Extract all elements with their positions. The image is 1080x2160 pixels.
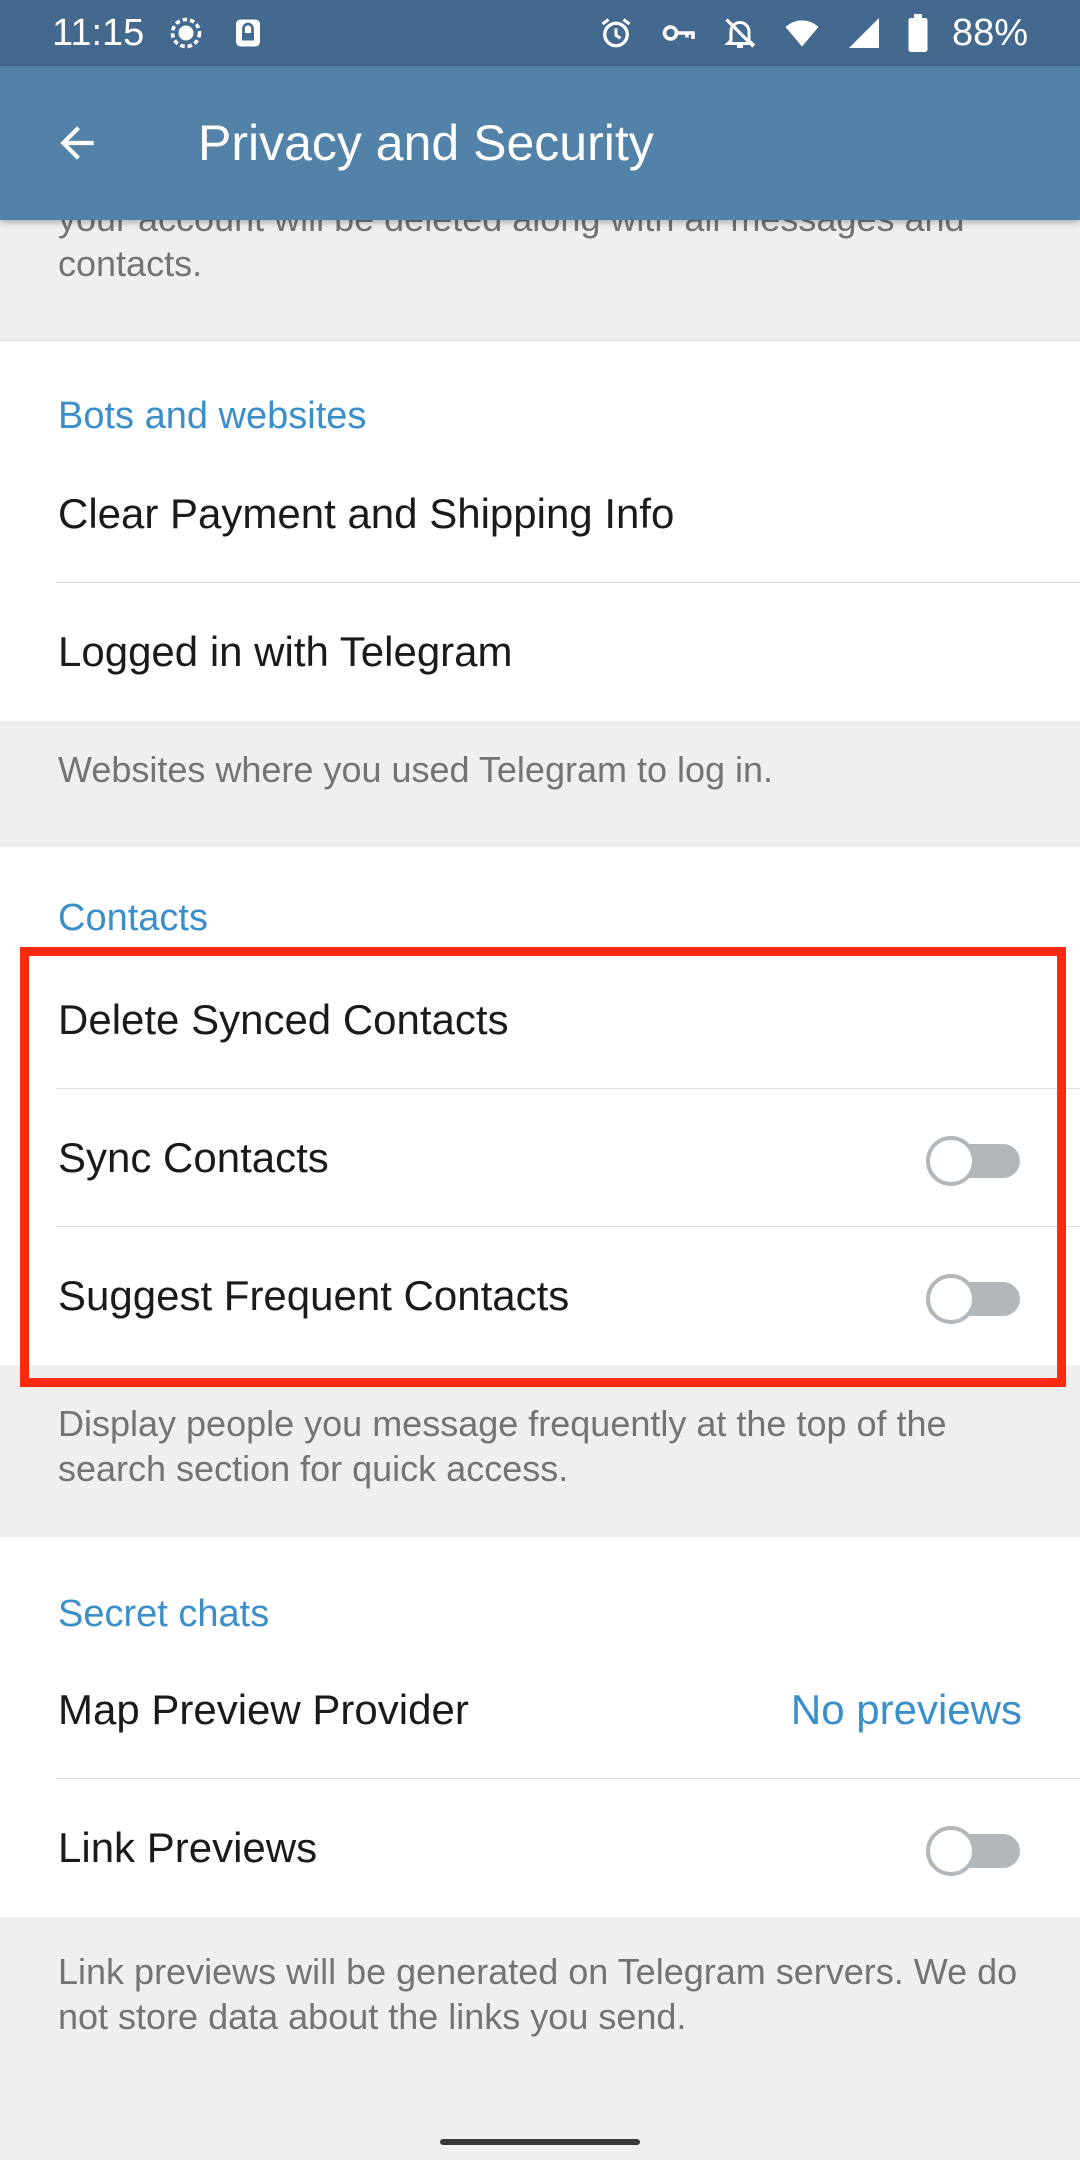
alarm-icon <box>596 13 636 53</box>
status-time: 11:15 <box>52 11 145 54</box>
toggle-knob <box>926 1136 976 1186</box>
cell-signal-icon <box>844 13 884 53</box>
section-header-bots: Bots and websites <box>58 395 367 437</box>
section-header-contacts: Contacts <box>58 897 208 939</box>
logged-in-with-telegram-label: Logged in with Telegram <box>58 628 513 675</box>
vpn-key-icon <box>658 13 698 53</box>
bots-info: Websites where you used Telegram to log … <box>0 721 1080 847</box>
battery-icon <box>906 13 930 53</box>
status-bar-right: 88% <box>596 12 1028 55</box>
map-preview-provider-row[interactable]: Map Preview Provider No previews <box>0 1641 1080 1779</box>
clear-payment-info-row[interactable]: Clear Payment and Shipping Info <box>0 445 1080 583</box>
app-bar: Privacy and Security <box>0 66 1080 220</box>
toggle-knob <box>926 1826 976 1876</box>
secret-chats-info: Link previews will be generated on Teleg… <box>0 1917 1080 2039</box>
sync-contacts-label: Sync Contacts <box>58 1134 329 1181</box>
sync-contacts-toggle[interactable] <box>926 1130 1022 1186</box>
link-previews-toggle[interactable] <box>926 1820 1022 1876</box>
delete-synced-contacts-label: Delete Synced Contacts <box>58 996 509 1043</box>
arrow-back-icon <box>60 126 94 160</box>
settings-list[interactable]: your account will be deleted along with … <box>0 220 1080 2039</box>
suggest-frequent-contacts-row[interactable]: Suggest Frequent Contacts <box>0 1227 1080 1365</box>
section-contacts: Contacts Delete Synced Contacts Sync Con… <box>0 847 1080 1365</box>
bell-off-icon <box>720 13 760 53</box>
toggle-knob <box>926 1274 976 1324</box>
map-preview-provider-label: Map Preview Provider <box>58 1686 469 1733</box>
logged-in-with-telegram-row[interactable]: Logged in with Telegram <box>0 583 1080 721</box>
secret-chats-info-text: Link previews will be generated on Teleg… <box>58 1951 1018 2037</box>
link-previews-row[interactable]: Link Previews <box>0 1779 1080 1917</box>
delete-account-info: your account will be deleted along with … <box>0 220 1080 340</box>
delete-synced-contacts-row[interactable]: Delete Synced Contacts <box>0 951 1080 1089</box>
gesture-nav-handle[interactable] <box>440 2139 640 2145</box>
contacts-info: Display people you message frequently at… <box>0 1365 1080 1537</box>
wifi-icon <box>782 13 822 53</box>
suggest-frequent-contacts-label: Suggest Frequent Contacts <box>58 1272 570 1319</box>
page-title: Privacy and Security <box>198 115 654 171</box>
lock-badge-icon <box>228 13 268 53</box>
battery-percent: 88% <box>951 11 1028 54</box>
sync-contacts-row[interactable]: Sync Contacts <box>0 1089 1080 1227</box>
clear-payment-info-label: Clear Payment and Shipping Info <box>58 490 675 537</box>
section-header-secret-chats: Secret chats <box>58 1593 270 1635</box>
suggest-frequent-contacts-toggle[interactable] <box>926 1268 1022 1324</box>
status-bar-left: 11:15 <box>52 12 268 55</box>
signal-app-icon <box>166 13 206 53</box>
section-secret-chats: Secret chats Map Preview Provider No pre… <box>0 1537 1080 1917</box>
back-button[interactable] <box>0 66 154 220</box>
contacts-info-text: Display people you message frequently at… <box>58 1403 947 1489</box>
status-bar: 11:15 88% <box>0 0 1080 66</box>
bots-info-text: Websites where you used Telegram to log … <box>58 749 774 790</box>
delete-account-info-text: your account will be deleted along with … <box>58 220 965 284</box>
map-preview-provider-value: No previews <box>790 1686 1022 1733</box>
section-bots-and-websites: Bots and websites Clear Payment and Ship… <box>0 341 1080 721</box>
link-previews-label: Link Previews <box>58 1824 318 1871</box>
